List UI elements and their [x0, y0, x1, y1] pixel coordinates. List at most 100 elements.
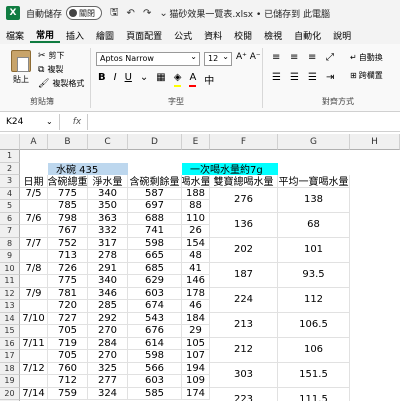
table-cell[interactable]: 7/10 — [20, 312, 48, 325]
total-drink-cell[interactable]: 224 — [210, 287, 278, 313]
table-cell[interactable]: 178 — [182, 287, 210, 300]
table-cell[interactable]: 146 — [182, 275, 210, 288]
table-cell[interactable]: 110 — [182, 212, 210, 225]
row-header-18[interactable]: 18 — [0, 362, 20, 375]
tab-page-layout[interactable]: 頁面配置 — [120, 29, 168, 42]
table-cell[interactable]: 781 — [48, 287, 88, 300]
row-header-7[interactable]: 7 — [0, 225, 20, 238]
save-icon[interactable]: 🖫 — [110, 5, 119, 22]
row-header-6[interactable]: 6 — [0, 212, 20, 225]
tab-formulas[interactable]: 公式 — [168, 29, 198, 42]
table-cell[interactable]: 665 — [128, 250, 182, 263]
customize-toolbar-icon[interactable]: ⌄ — [159, 8, 167, 19]
table-cell[interactable]: 284 — [88, 337, 128, 350]
table-cell[interactable]: 350 — [88, 200, 128, 213]
row-header-1[interactable]: 1 — [0, 150, 20, 163]
row-header-8[interactable]: 8 — [0, 237, 20, 250]
table-header-cell[interactable]: 淨水量 — [88, 175, 128, 188]
column-header-h[interactable]: H — [350, 134, 400, 150]
table-cell[interactable]: 7/5 — [20, 187, 48, 200]
table-cell[interactable]: 88 — [182, 200, 210, 213]
table-cell[interactable]: 705 — [48, 350, 88, 363]
table-cell[interactable]: 26 — [182, 225, 210, 238]
align-bottom-icon[interactable]: ≡ — [308, 52, 316, 63]
table-header-cell[interactable]: 喝水量 — [182, 175, 210, 188]
redo-icon[interactable]: ↷ — [143, 8, 151, 19]
table-cell[interactable]: 291 — [88, 262, 128, 275]
table-cell[interactable]: 174 — [182, 387, 210, 400]
table-header-cell[interactable]: 日期 — [20, 175, 48, 188]
orientation-icon[interactable]: ⤢ — [326, 52, 334, 63]
average-drink-cell[interactable]: 106.5 — [278, 312, 350, 338]
table-cell[interactable]: 7/8 — [20, 262, 48, 275]
table-cell[interactable]: 767 — [48, 225, 88, 238]
table-cell[interactable]: 760 — [48, 362, 88, 375]
row-header-4[interactable]: 4 — [0, 187, 20, 200]
table-cell[interactable]: 277 — [88, 375, 128, 388]
table-cell[interactable]: 7/7 — [20, 237, 48, 250]
row-header-17[interactable]: 17 — [0, 350, 20, 363]
table-cell[interactable]: 598 — [128, 237, 182, 250]
table-cell[interactable]: 270 — [88, 350, 128, 363]
row-header-11[interactable]: 11 — [0, 275, 20, 288]
table-cell[interactable]: 325 — [88, 362, 128, 375]
autosave-toggle[interactable]: 關閉 — [66, 6, 103, 20]
borders-icon[interactable]: ▦ — [156, 72, 165, 87]
table-cell[interactable] — [20, 200, 48, 213]
select-all-corner[interactable] — [0, 134, 20, 150]
column-header-g[interactable]: G — [278, 134, 350, 150]
total-drink-cell[interactable]: 212 — [210, 337, 278, 363]
align-center-icon[interactable]: ☰ — [290, 72, 299, 83]
fill-color-icon[interactable]: ◈ — [173, 72, 182, 87]
row-header-3[interactable]: 3 — [0, 175, 20, 188]
table-cell[interactable]: 603 — [128, 287, 182, 300]
align-middle-icon[interactable]: ≡ — [290, 52, 298, 63]
table-cell[interactable]: 543 — [128, 312, 182, 325]
column-header-c[interactable]: C — [88, 134, 128, 150]
table-cell[interactable]: 285 — [88, 300, 128, 313]
table-cell[interactable]: 785 — [48, 200, 88, 213]
table-cell[interactable]: 340 — [88, 187, 128, 200]
table-cell[interactable]: 798 — [48, 212, 88, 225]
table-cell[interactable]: 629 — [128, 275, 182, 288]
wrap-text-button[interactable]: ↵ 自動換 — [350, 52, 383, 63]
font-size-select[interactable]: 12 — [204, 51, 232, 66]
copy-button[interactable]: ⧉ 複製 — [38, 64, 63, 75]
format-painter-button[interactable]: 🖌 複製格式 — [38, 78, 84, 89]
drink-amount-banner[interactable]: 一次喝水量約7g — [182, 162, 278, 176]
row-header-15[interactable]: 15 — [0, 325, 20, 338]
chevron-down-icon[interactable]: ⌄ — [140, 72, 148, 87]
table-cell[interactable]: 270 — [88, 325, 128, 338]
row-header-9[interactable]: 9 — [0, 250, 20, 263]
tab-file[interactable]: 檔案 — [0, 29, 30, 42]
average-drink-cell[interactable]: 106 — [278, 337, 350, 363]
align-left-icon[interactable]: ☰ — [272, 72, 281, 83]
cut-button[interactable]: ✂ 剪下 — [38, 50, 65, 61]
table-cell[interactable]: 46 — [182, 300, 210, 313]
merge-center-button[interactable]: ⊞ 跨欄置 — [350, 70, 383, 81]
table-cell[interactable]: 7/6 — [20, 212, 48, 225]
table-cell[interactable]: 278 — [88, 250, 128, 263]
table-cell[interactable]: 346 — [88, 287, 128, 300]
column-header-e[interactable]: E — [182, 134, 210, 150]
table-cell[interactable] — [20, 250, 48, 263]
phonetic-icon[interactable]: 中 — [204, 72, 214, 87]
row-header-19[interactable]: 19 — [0, 375, 20, 388]
paste-button[interactable]: 貼上 — [8, 50, 34, 90]
row-header-13[interactable]: 13 — [0, 300, 20, 313]
table-cell[interactable]: 697 — [128, 200, 182, 213]
indent-icon[interactable]: ⇥ — [326, 72, 334, 83]
fx-icon[interactable]: fx — [73, 117, 82, 127]
table-cell[interactable]: 7/12 — [20, 362, 48, 375]
table-cell[interactable]: 566 — [128, 362, 182, 375]
table-cell[interactable]: 7/14 — [20, 387, 48, 400]
table-cell[interactable] — [20, 275, 48, 288]
table-cell[interactable]: 41 — [182, 262, 210, 275]
table-cell[interactable]: 7/11 — [20, 337, 48, 350]
table-cell[interactable]: 713 — [48, 250, 88, 263]
row-header-16[interactable]: 16 — [0, 337, 20, 350]
total-drink-cell[interactable]: 303 — [210, 362, 278, 388]
total-drink-cell[interactable]: 187 — [210, 262, 278, 288]
table-cell[interactable]: 184 — [182, 312, 210, 325]
table-cell[interactable]: 105 — [182, 337, 210, 350]
